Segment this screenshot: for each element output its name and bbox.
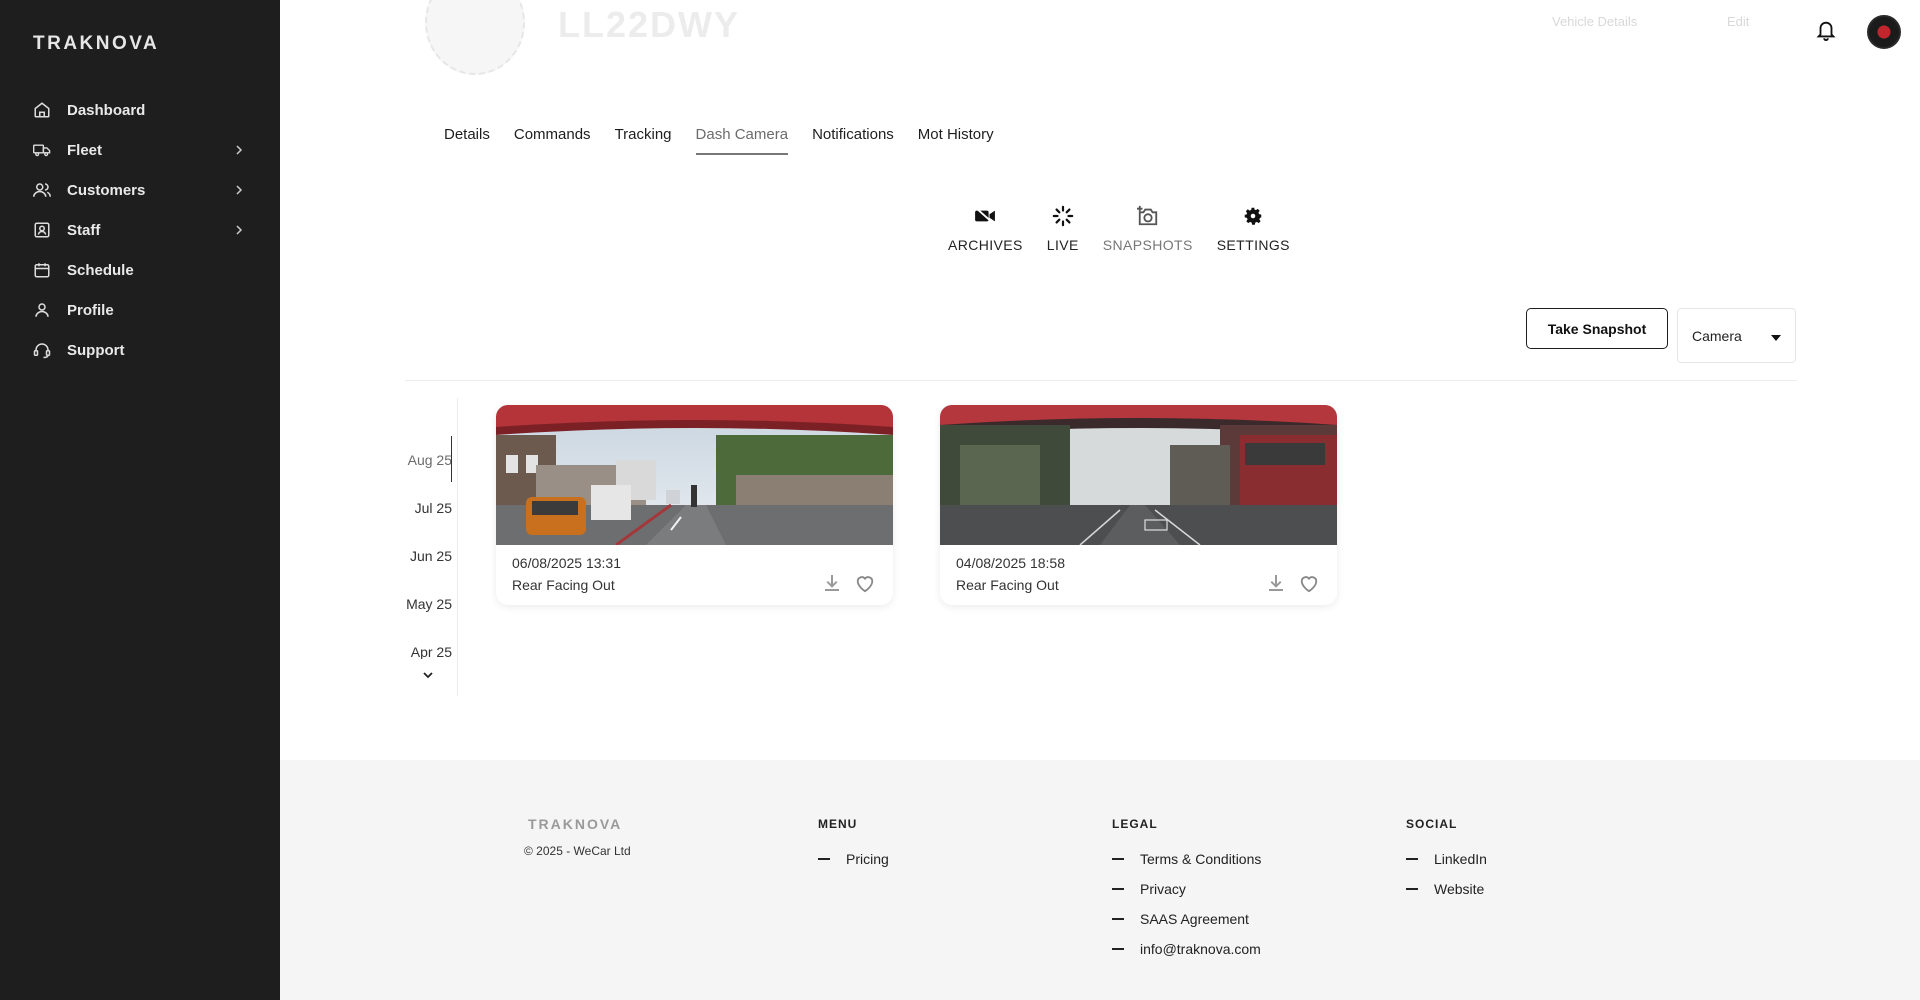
footer-link-website[interactable]: Website <box>1406 874 1487 904</box>
subnav-label: ARCHIVES <box>948 237 1023 253</box>
brand-logo[interactable]: TRAKNOVA <box>33 33 159 55</box>
footer-menu-column: MENU Pricing <box>818 817 889 874</box>
tab-details[interactable]: Details <box>444 126 490 155</box>
sidebar-item-label: Profile <box>67 301 114 319</box>
timeline-active-marker <box>451 436 452 482</box>
subnav-snapshots[interactable]: SNAPSHOTS <box>1103 204 1193 253</box>
footer-column-title: SOCIAL <box>1406 817 1458 831</box>
loading-spinner-icon <box>1051 204 1075 228</box>
timeline-month[interactable]: Jun 25 <box>398 548 452 564</box>
divider <box>405 380 1797 381</box>
sidebar-nav: Dashboard Fleet Customers Staff Schedule… <box>0 90 280 370</box>
snapshot-card: 06/08/2025 13:31 Rear Facing Out <box>496 405 893 605</box>
sidebar-item-label: Customers <box>67 181 146 199</box>
sidebar-item-label: Staff <box>67 221 101 239</box>
snapshot-thumbnail[interactable] <box>496 405 893 545</box>
headset-icon <box>33 341 51 359</box>
user-icon <box>33 301 51 319</box>
chevron-down-icon[interactable] <box>422 670 434 680</box>
footer-column-title: MENU <box>818 817 858 831</box>
download-icon[interactable] <box>1266 573 1286 593</box>
download-icon[interactable] <box>822 573 842 593</box>
footer-link-pricing[interactable]: Pricing <box>818 844 889 874</box>
footer-link-saas[interactable]: SAAS Agreement <box>1112 904 1261 934</box>
snapshot-camera: Rear Facing Out <box>956 577 1059 593</box>
heart-icon[interactable] <box>854 573 876 593</box>
footer-copyright: © 2025 - WeCar Ltd <box>524 844 631 858</box>
truck-icon <box>33 141 51 159</box>
subnav-label: SETTINGS <box>1216 237 1290 253</box>
sidebar-item-profile[interactable]: Profile <box>0 290 280 330</box>
snapshot-card: 04/08/2025 18:58 Rear Facing Out <box>940 405 1337 605</box>
timeline-month[interactable]: May 25 <box>398 596 452 612</box>
id-badge-icon <box>33 221 51 239</box>
sidebar-item-customers[interactable]: Customers <box>0 170 280 210</box>
sidebar: TRAKNOVA Dashboard Fleet Customers Staff… <box>0 0 280 1000</box>
footer-social-column: SOCIAL LinkedIn Website <box>1406 817 1487 904</box>
tab-dash-camera[interactable]: Dash Camera <box>695 126 788 155</box>
subnav-archives[interactable]: ARCHIVES <box>948 204 1023 253</box>
vehicle-details-link[interactable]: Vehicle Details <box>1552 14 1637 29</box>
tab-commands[interactable]: Commands <box>514 126 591 155</box>
sidebar-item-fleet[interactable]: Fleet <box>0 130 280 170</box>
footer-legal-column: LEGAL Terms & Conditions Privacy SAAS Ag… <box>1112 817 1261 964</box>
subnav-label: SNAPSHOTS <box>1102 237 1193 253</box>
footer-brand-logo[interactable]: TRAKNOVA <box>528 816 622 832</box>
calendar-icon <box>33 261 51 279</box>
heart-icon[interactable] <box>1298 573 1320 593</box>
sidebar-item-staff[interactable]: Staff <box>0 210 280 250</box>
sidebar-item-schedule[interactable]: Schedule <box>0 250 280 290</box>
sidebar-item-dashboard[interactable]: Dashboard <box>0 90 280 130</box>
vehicle-plate: LL22DWY <box>558 4 741 45</box>
sidebar-item-support[interactable]: Support <box>0 330 280 370</box>
gear-icon <box>1241 204 1265 228</box>
take-snapshot-button[interactable]: Take Snapshot <box>1526 308 1668 349</box>
add-photo-icon <box>1136 204 1160 228</box>
footer: TRAKNOVA © 2025 - WeCar Ltd MENU Pricing… <box>280 760 1920 1000</box>
vehicle-avatar <box>425 0 525 75</box>
subnav-live[interactable]: LIVE <box>1047 204 1079 253</box>
snapshot-camera: Rear Facing Out <box>512 577 615 593</box>
camera-select[interactable]: Camera <box>1677 308 1796 363</box>
users-icon <box>33 181 51 199</box>
footer-link-linkedin[interactable]: LinkedIn <box>1406 844 1487 874</box>
footer-link-terms[interactable]: Terms & Conditions <box>1112 844 1261 874</box>
tab-notifications[interactable]: Notifications <box>812 126 894 155</box>
timeline-month[interactable]: Jul 25 <box>398 500 452 516</box>
month-timeline: Aug 25 Jul 25 Jun 25 May 25 Apr 25 <box>398 398 458 696</box>
chevron-right-icon <box>236 225 243 235</box>
footer-link-email[interactable]: info@traknova.com <box>1112 934 1261 964</box>
tab-mot-history[interactable]: Mot History <box>918 126 994 155</box>
tab-tracking[interactable]: Tracking <box>615 126 672 155</box>
sidebar-item-label: Schedule <box>67 261 134 279</box>
camera-select-value: Camera <box>1692 327 1742 344</box>
user-avatar[interactable] <box>1867 15 1901 49</box>
subnav-settings[interactable]: SETTINGS <box>1217 204 1290 253</box>
footer-column-title: LEGAL <box>1112 817 1158 831</box>
bell-icon[interactable] <box>1815 18 1837 42</box>
chevron-right-icon <box>236 185 243 195</box>
caret-down-icon <box>1771 334 1781 341</box>
vehicle-tabs: Details Commands Tracking Dash Camera No… <box>444 126 994 155</box>
home-icon <box>33 101 51 119</box>
sidebar-item-label: Fleet <box>67 141 103 159</box>
dashcam-subnav: ARCHIVES LIVE SNAPSHOTS SETTINGS <box>948 204 1290 253</box>
snapshot-timestamp: 04/08/2025 18:58 <box>956 555 1065 571</box>
sidebar-item-label: Dashboard <box>67 101 146 119</box>
chevron-right-icon <box>236 145 243 155</box>
snapshot-thumbnail[interactable] <box>940 405 1337 545</box>
timeline-month[interactable]: Apr 25 <box>398 644 452 659</box>
timeline-month[interactable]: Aug 25 <box>398 452 452 468</box>
edit-link[interactable]: Edit <box>1727 14 1749 29</box>
snapshot-timestamp: 06/08/2025 13:31 <box>512 555 621 571</box>
video-camera-icon <box>973 204 997 228</box>
sidebar-item-label: Support <box>67 341 125 359</box>
subnav-label: LIVE <box>1046 237 1079 253</box>
footer-link-privacy[interactable]: Privacy <box>1112 874 1261 904</box>
